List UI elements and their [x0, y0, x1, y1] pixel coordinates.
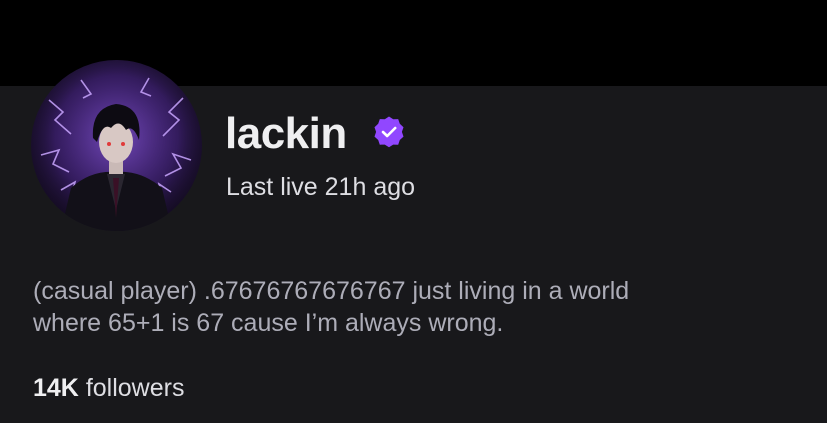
last-live-status: Last live 21h ago [226, 173, 416, 201]
bio-line-2: where 65+1 is 67 cause I’m always wrong. [33, 309, 504, 337]
verified-badge-icon [374, 116, 404, 148]
followers-label: followers [78, 374, 185, 402]
channel-bio: (casual player) .67676767676767 just liv… [33, 275, 793, 339]
channel-avatar[interactable] [31, 60, 202, 231]
bio-line-1: (casual player) .67676767676767 just liv… [33, 277, 630, 305]
avatar-illustration [31, 60, 202, 231]
followers-count: 14K followers [33, 373, 184, 403]
followers-number: 14K [33, 374, 79, 402]
channel-name[interactable]: lackin [225, 108, 347, 160]
